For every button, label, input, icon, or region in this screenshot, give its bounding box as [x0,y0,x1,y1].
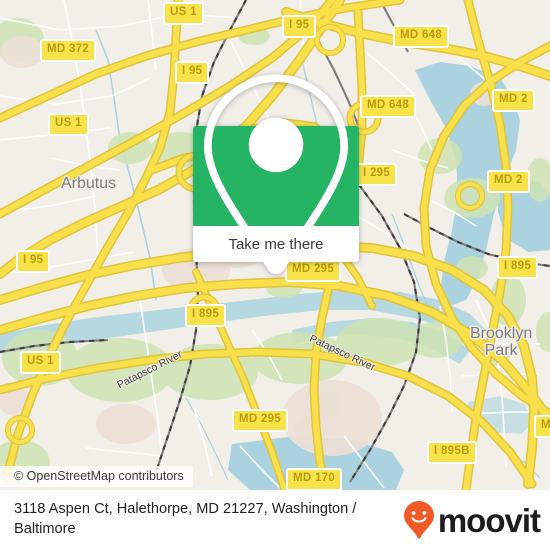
highway-shield: I 295 [356,163,398,186]
footer-bar: 3118 Aspen Ct, Halethorpe, MD 21227, Was… [0,490,550,550]
location-pin-icon [203,74,349,275]
take-me-there-label: Take me there [228,235,324,253]
highway-shield: MD 2 [487,170,530,193]
map-screenshot: US 1 I 95 MD 648 MD 372 I 95 MD 648 MD 2… [0,0,550,550]
popup-header [193,74,359,275]
highway-shield: MD 648 [360,95,417,118]
highway-shield: I 895 [497,256,539,279]
address-text: 3118 Aspen Ct, Halethorpe, MD 21227, Was… [14,501,357,537]
place-label-arbutus: Arbutus [61,175,117,192]
highway-shield: MD 2 [534,415,550,438]
highway-shield: MD 170 [286,468,343,490]
highway-shield: I 95 [16,250,51,273]
highway-shield: US 1 [48,113,89,136]
map-popup-card[interactable]: Take me there [193,74,359,275]
osm-attribution[interactable]: © OpenStreetMap contributors [0,466,193,487]
highway-shield: MD 372 [40,39,97,62]
popup-pointer-tail [266,261,286,271]
highway-shield: I 895B [427,441,477,464]
highway-shield: MD 648 [393,25,450,48]
highway-shield: US 1 [20,351,61,374]
map-canvas[interactable]: US 1 I 95 MD 648 MD 372 I 95 MD 648 MD 2… [0,0,550,490]
highway-shield: MD 2 [492,89,535,112]
popup-action-bar[interactable]: Take me there [193,226,359,271]
moovit-pin-smile-icon [403,501,434,539]
moovit-logo[interactable]: moovit [403,500,541,540]
place-label-brooklyn-park: Brooklyn Park [470,325,533,359]
moovit-wordmark: moovit [437,501,541,539]
